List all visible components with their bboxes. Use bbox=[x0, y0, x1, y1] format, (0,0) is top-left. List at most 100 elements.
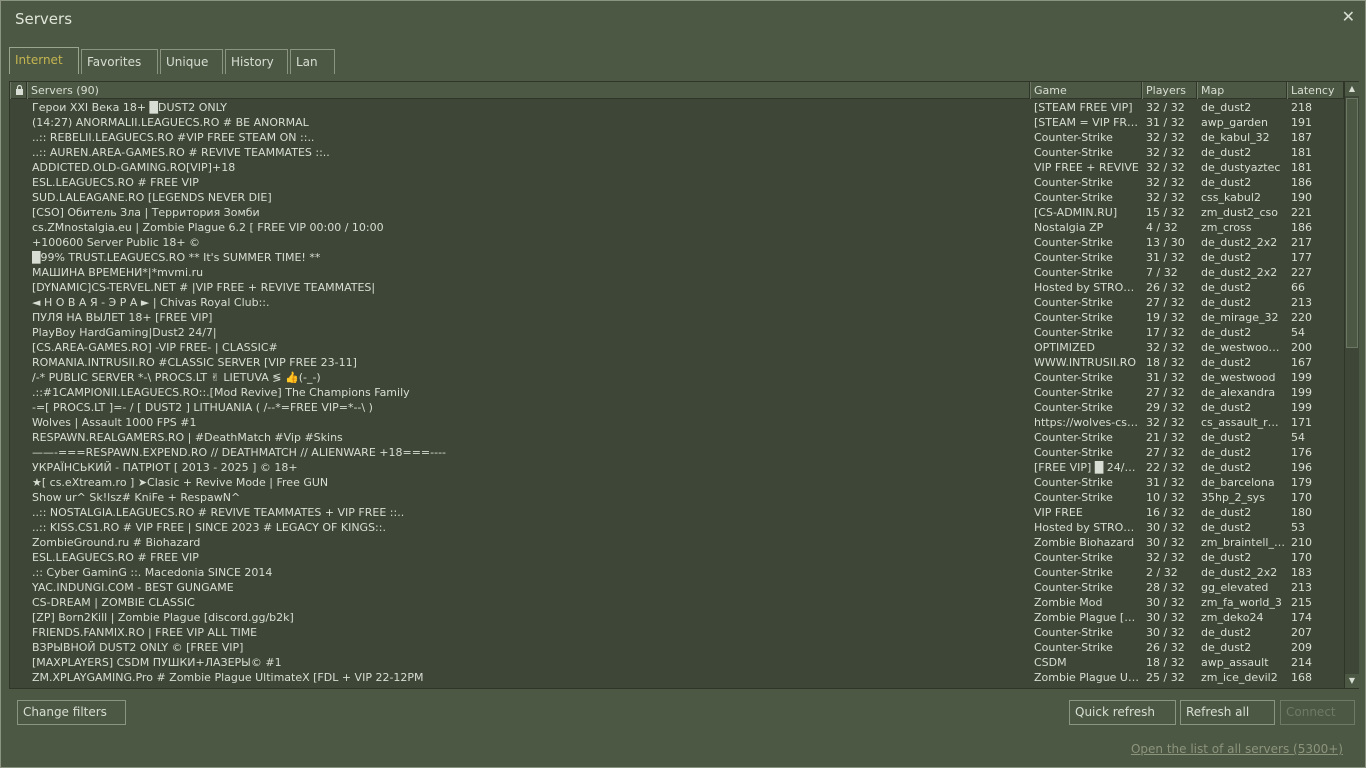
server-latency: 174 bbox=[1291, 611, 1312, 624]
server-row[interactable]: ..:: AUREN.AREA-GAMES.RO # REVIVE TEAMMA… bbox=[10, 145, 1344, 160]
server-row[interactable]: ZombieGround.ru # Biohazard Zombie Biohaz… bbox=[10, 535, 1344, 550]
server-name: ..:: KISS.CS1.RO # VIP FREE | SINCE 2023… bbox=[32, 521, 386, 534]
server-latency: 209 bbox=[1291, 641, 1312, 654]
server-name: +100600 Server Public 18+ © bbox=[32, 236, 201, 249]
server-row[interactable]: [ZP] Born2Kill | Zombie Plague [discord.… bbox=[10, 610, 1344, 625]
server-map: de_dust2 bbox=[1201, 401, 1252, 414]
close-icon[interactable]: ✕ bbox=[1342, 7, 1355, 26]
server-row[interactable]: ADDICTED.OLD-GAMING.RO[VIP]+18 VIP FREE +… bbox=[10, 160, 1344, 175]
server-name: МАШИНА ВРЕМЕНИ*|*mvmi.ru bbox=[32, 266, 204, 279]
server-map: de_dust2 bbox=[1201, 626, 1252, 639]
tab-history[interactable]: History bbox=[225, 49, 288, 74]
server-row[interactable]: [CSO] Обитель Зла | Территория Зомби [CS-… bbox=[10, 205, 1344, 220]
server-latency: 176 bbox=[1291, 446, 1312, 459]
server-row[interactable]: Show ur^ Sk!lsz# KniFe + RespawN^ Counter… bbox=[10, 490, 1344, 505]
col-players[interactable]: Players bbox=[1142, 82, 1197, 99]
server-players: 7 / 32 bbox=[1146, 266, 1178, 279]
server-row[interactable]: ROMANIA.INTRUSII.RO #CLASSIC SERVER [VIP… bbox=[10, 355, 1344, 370]
server-latency: 168 bbox=[1291, 671, 1312, 684]
server-row[interactable]: RESPAWN.REALGAMERS.RO | #DeathMatch #Vip… bbox=[10, 430, 1344, 445]
server-row[interactable]: ESL.LEAGUECS.RO # FREE VIP Counter-Strike… bbox=[10, 175, 1344, 190]
server-name: Wolves | Assault 1000 FPS #1 bbox=[32, 416, 197, 429]
server-row[interactable]: PlayBoy HardGaming|Dust2 24/7| Counter-St… bbox=[10, 325, 1344, 340]
server-row[interactable]: ВЗРЫВНОЙ DUST2 ONLY © [FREE VIP] Counter-… bbox=[10, 640, 1344, 655]
tab-lan[interactable]: Lan bbox=[290, 49, 335, 74]
server-latency: 190 bbox=[1291, 191, 1312, 204]
server-map: de_dust2 bbox=[1201, 296, 1252, 309]
change-filters-button[interactable]: Change filters bbox=[17, 700, 126, 725]
quick-refresh-button[interactable]: Quick refresh bbox=[1069, 700, 1176, 725]
server-game: Counter-Strike bbox=[1034, 476, 1113, 489]
server-row[interactable]: FRIENDS.FANMIX.RO | FREE VIP ALL TIME Cou… bbox=[10, 625, 1344, 640]
server-players: 32 / 32 bbox=[1146, 146, 1185, 159]
server-row[interactable]: +100600 Server Public 18+ © Counter-Strik… bbox=[10, 235, 1344, 250]
server-name: -=[ PROCS.LT ]=- / [ DUST2 ] LITHUANIA (… bbox=[32, 401, 373, 414]
server-row[interactable]: CS-DREAM | ZOMBIE CLASSIC Zombie Mod 30 / … bbox=[10, 595, 1344, 610]
server-game: [FREE VIP] █ 24/7 █ bbox=[1034, 461, 1140, 474]
server-row[interactable]: [DYNAMIC]CS-TERVEL.NET # |VIP FREE + REV… bbox=[10, 280, 1344, 295]
server-latency: 213 bbox=[1291, 296, 1312, 309]
col-map[interactable]: Map bbox=[1197, 82, 1287, 99]
server-name: ..:: REBELII.LEAGUECS.RO #VIP FREE STEAM… bbox=[32, 131, 315, 144]
server-row[interactable]: YAC.INDUNGI.COM - BEST GUNGAME Counter-St… bbox=[10, 580, 1344, 595]
server-row[interactable]: ——-===RESPAWN.EXPEND.RO // DEATHMATCH //… bbox=[10, 445, 1344, 460]
server-game: https://wolves-cs.com bbox=[1034, 416, 1140, 429]
col-latency[interactable]: Latency bbox=[1287, 82, 1344, 99]
server-latency: 199 bbox=[1291, 401, 1312, 414]
server-row[interactable]: ..:: REBELII.LEAGUECS.RO #VIP FREE STEAM… bbox=[10, 130, 1344, 145]
scroll-up-icon[interactable]: ▲ bbox=[1345, 82, 1359, 96]
server-name: УКРАЇНСЬКИЙ - ПАТРІОТ [ 2013 - 2025 ] © … bbox=[32, 461, 298, 474]
tab-unique[interactable]: Unique bbox=[160, 49, 223, 74]
server-row[interactable]: ..:: NOSTALGIA.LEAGUECS.RO # REVIVE TEAM… bbox=[10, 505, 1344, 520]
server-row[interactable]: ZM.XPLAYGAMING.Pro # Zombie Plague Ultim… bbox=[10, 670, 1344, 685]
server-row[interactable]: .:: Cyber GaminG ::. Macedonia SINCE 201… bbox=[10, 565, 1344, 580]
server-row[interactable]: МАШИНА ВРЕМЕНИ*|*mvmi.ru Counter-Strike 7 … bbox=[10, 265, 1344, 280]
server-map: de_dust2 bbox=[1201, 521, 1252, 534]
server-row[interactable]: .::#1CAMPIONII.LEAGUECS.RO::.[Mod Revive… bbox=[10, 385, 1344, 400]
server-row[interactable]: [CS.AREA-GAMES.RO] -VIP FREE- | CLASSIC#… bbox=[10, 340, 1344, 355]
server-row[interactable]: █99% TRUST.LEAGUECS.RO ** It's SUMMER TI… bbox=[10, 250, 1344, 265]
server-game: Counter-Strike bbox=[1034, 386, 1113, 399]
server-row[interactable]: ESL.LEAGUECS.RO # FREE VIP Counter-Strike… bbox=[10, 550, 1344, 565]
server-players: 29 / 32 bbox=[1146, 401, 1185, 414]
scroll-down-icon[interactable]: ▼ bbox=[1345, 674, 1359, 688]
server-game: Counter-Strike bbox=[1034, 191, 1113, 204]
server-name: ВЗРЫВНОЙ DUST2 ONLY © [FREE VIP] bbox=[32, 641, 244, 654]
refresh-all-button[interactable]: Refresh all bbox=[1180, 700, 1275, 725]
server-name: cs.ZMnostalgia.eu | Zombie Plague 6.2 [ … bbox=[32, 221, 384, 234]
server-game: Nostalgia ZP bbox=[1034, 221, 1104, 234]
all-servers-link[interactable]: Open the list of all servers (5300+) bbox=[1131, 742, 1343, 756]
server-row[interactable]: Герои XXI Века 18+ █DUST2 ONLY [STEAM FRE… bbox=[10, 100, 1344, 115]
scroll-thumb[interactable] bbox=[1346, 98, 1358, 348]
server-row[interactable]: (14:27) ANORMALII.LEAGUECS.RO # BE ANORM… bbox=[10, 115, 1344, 130]
server-row[interactable]: УКРАЇНСЬКИЙ - ПАТРІОТ [ 2013 - 2025 ] © … bbox=[10, 460, 1344, 475]
server-row[interactable]: ★[ cs.eXtream.ro ] ➤Clasic + Revive Mode… bbox=[10, 475, 1344, 490]
tab-internet[interactable]: Internet bbox=[9, 47, 79, 74]
col-game[interactable]: Game bbox=[1030, 82, 1142, 99]
server-row[interactable]: ..:: KISS.CS1.RO # VIP FREE | SINCE 2023… bbox=[10, 520, 1344, 535]
server-players: 32 / 32 bbox=[1146, 416, 1185, 429]
server-row[interactable]: ПУЛЯ НА ВЫЛЕТ 18+ [FREE VIP] Counter-Stri… bbox=[10, 310, 1344, 325]
server-game: Counter-Strike bbox=[1034, 296, 1113, 309]
window-title: Servers bbox=[15, 10, 73, 28]
tab-favorites[interactable]: Favorites bbox=[81, 49, 158, 74]
server-row[interactable]: [MAXPLAYERS] CSDM ПУШКИ+ЛАЗЕРЫ© #1 CSDM 18… bbox=[10, 655, 1344, 670]
list-scrollbar[interactable]: ▲ ▼ bbox=[1344, 82, 1359, 688]
connect-button[interactable]: Connect bbox=[1280, 700, 1355, 725]
server-game: Counter-Strike bbox=[1034, 431, 1113, 444]
server-row[interactable]: /-* PUBLIC SERVER *-\ PROCS.LT ✌ LIETUVA… bbox=[10, 370, 1344, 385]
server-game: Counter-Strike bbox=[1034, 266, 1113, 279]
server-name: .:: Cyber GaminG ::. Macedonia SINCE 201… bbox=[32, 566, 273, 579]
server-row[interactable]: Wolves | Assault 1000 FPS #1 https://wolv… bbox=[10, 415, 1344, 430]
server-map: zm_deko24 bbox=[1201, 611, 1264, 624]
col-lock[interactable] bbox=[10, 82, 27, 99]
tab-bar: Internet Favorites Unique History Lan bbox=[9, 47, 337, 74]
server-row[interactable]: -=[ PROCS.LT ]=- / [ DUST2 ] LITHUANIA (… bbox=[10, 400, 1344, 415]
server-row[interactable]: cs.ZMnostalgia.eu | Zombie Plague 6.2 [ … bbox=[10, 220, 1344, 235]
server-game: Counter-Strike bbox=[1034, 146, 1113, 159]
server-latency: 191 bbox=[1291, 116, 1312, 129]
server-latency: 167 bbox=[1291, 356, 1312, 369]
col-servers[interactable]: Servers (90) bbox=[27, 82, 1030, 99]
server-row[interactable]: ◄ Н О В А Я - Э Р А ► | Chivas Royal Clu… bbox=[10, 295, 1344, 310]
server-row[interactable]: SUD.LALEAGANE.RO [LEGENDS NEVER DIE] Coun… bbox=[10, 190, 1344, 205]
